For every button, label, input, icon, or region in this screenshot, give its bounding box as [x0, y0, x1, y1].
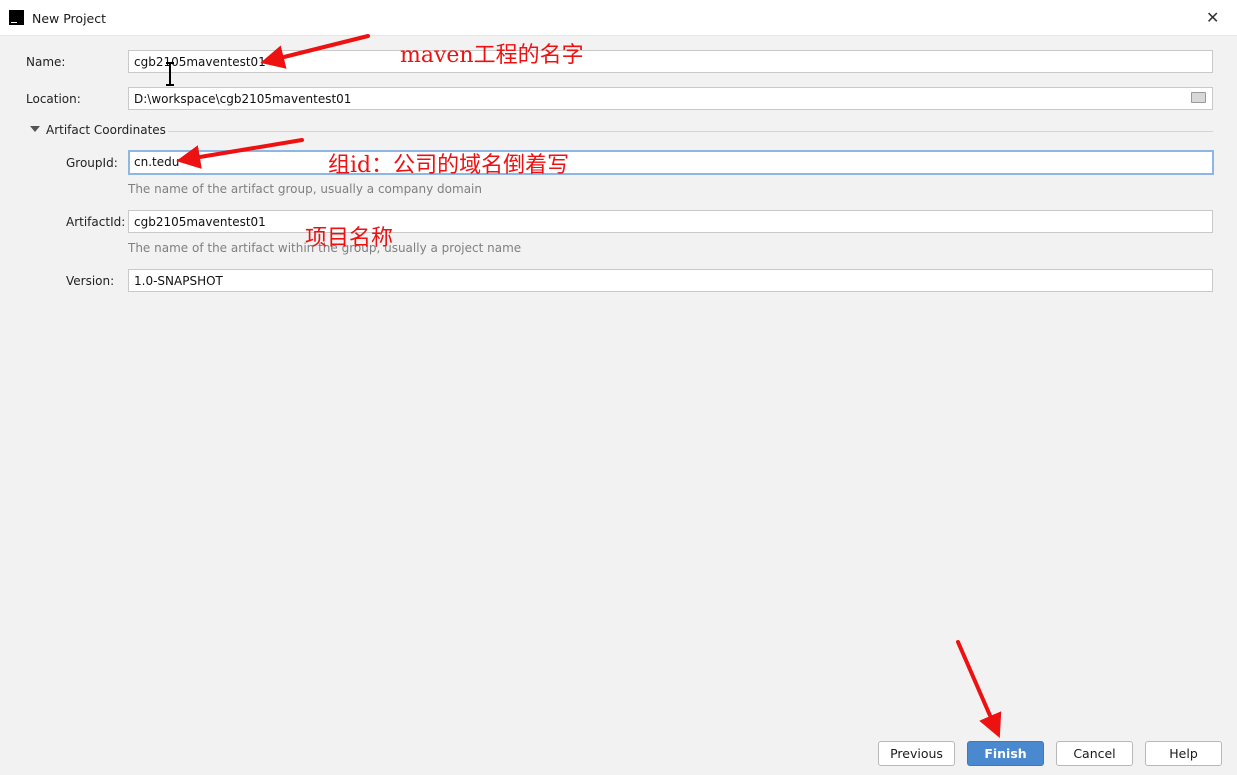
location-value: D:\workspace\cgb2105maventest01	[134, 92, 352, 106]
annotation-artifactid: 项目名称	[305, 226, 394, 251]
artifactid-input[interactable]: cgb2105maventest01	[128, 210, 1213, 233]
intellij-logo-icon	[9, 10, 24, 25]
location-label: Location:	[26, 92, 81, 106]
expand-triangle-icon[interactable]	[30, 126, 40, 132]
artifact-coordinates-header[interactable]: Artifact Coordinates	[46, 123, 166, 137]
help-button[interactable]: Help	[1145, 741, 1222, 766]
annotation-groupid: 组id：公司的域名倒着写	[328, 153, 570, 178]
location-input[interactable]: D:\workspace\cgb2105maventest01	[128, 87, 1213, 110]
name-input[interactable]: cgb2105maventest01	[128, 50, 1213, 73]
section-divider	[168, 131, 1213, 132]
groupid-label: GroupId:	[66, 156, 118, 170]
annotation-arrows	[166, 34, 1002, 739]
arrow-to-finish	[956, 640, 1002, 739]
previous-button[interactable]: Previous	[878, 741, 955, 766]
cancel-button[interactable]: Cancel	[1056, 741, 1133, 766]
window-title: New Project	[32, 11, 107, 26]
close-icon[interactable]: ✕	[1206, 8, 1219, 27]
version-label: Version:	[66, 274, 115, 288]
groupid-input[interactable]: cn.tedu	[128, 150, 1214, 175]
name-label: Name:	[26, 55, 66, 69]
folder-browse-icon[interactable]	[1191, 92, 1206, 103]
groupid-hint: The name of the artifact group, usually …	[128, 182, 482, 196]
version-input[interactable]: 1.0-SNAPSHOT	[128, 269, 1213, 292]
artifactid-label: ArtifactId:	[66, 215, 126, 229]
annotation-name: maven工程的名字	[400, 43, 584, 68]
finish-button[interactable]: Finish	[967, 741, 1044, 766]
title-bar: New Project ✕	[0, 0, 1237, 36]
